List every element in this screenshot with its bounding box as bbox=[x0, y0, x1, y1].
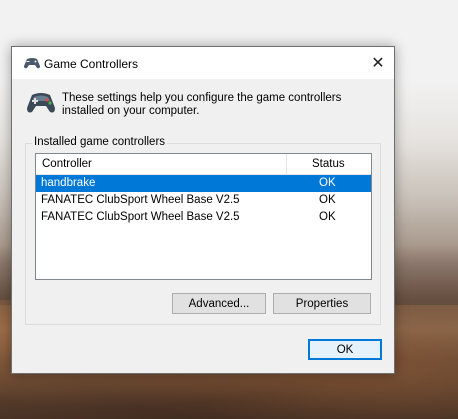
title-bar: Game Controllers ✕ bbox=[12, 47, 394, 79]
list-item[interactable]: FANATEC ClubSport Wheel Base V2.5 OK bbox=[36, 209, 371, 226]
gamepad-icon bbox=[27, 93, 55, 113]
list-item[interactable]: handbrake OK bbox=[36, 175, 371, 192]
controller-name: handbrake bbox=[41, 177, 96, 189]
column-header-status[interactable]: Status bbox=[312, 158, 345, 170]
controller-status: OK bbox=[319, 211, 336, 223]
close-button[interactable]: ✕ bbox=[362, 47, 394, 79]
dialog-description: These settings help you configure the ga… bbox=[62, 92, 342, 117]
game-controllers-dialog: Game Controllers ✕ These settings help y… bbox=[11, 46, 395, 374]
controller-list[interactable]: Controller Status handbrake OK FANATEC C… bbox=[35, 153, 372, 280]
controller-status: OK bbox=[319, 194, 336, 206]
controller-status: OK bbox=[319, 177, 336, 189]
close-icon: ✕ bbox=[371, 55, 385, 72]
list-item[interactable]: FANATEC ClubSport Wheel Base V2.5 OK bbox=[36, 192, 371, 209]
column-divider[interactable] bbox=[286, 154, 287, 174]
gamepad-icon bbox=[24, 58, 40, 69]
properties-button[interactable]: Properties bbox=[273, 293, 371, 314]
ok-button[interactable]: OK bbox=[308, 339, 382, 360]
column-header-controller[interactable]: Controller bbox=[42, 158, 92, 170]
advanced-button[interactable]: Advanced... bbox=[172, 293, 266, 314]
list-header: Controller Status bbox=[36, 154, 371, 175]
window-title: Game Controllers bbox=[44, 57, 139, 71]
controller-name: FANATEC ClubSport Wheel Base V2.5 bbox=[41, 211, 240, 223]
group-label: Installed game controllers bbox=[32, 136, 168, 148]
controller-name: FANATEC ClubSport Wheel Base V2.5 bbox=[41, 194, 240, 206]
